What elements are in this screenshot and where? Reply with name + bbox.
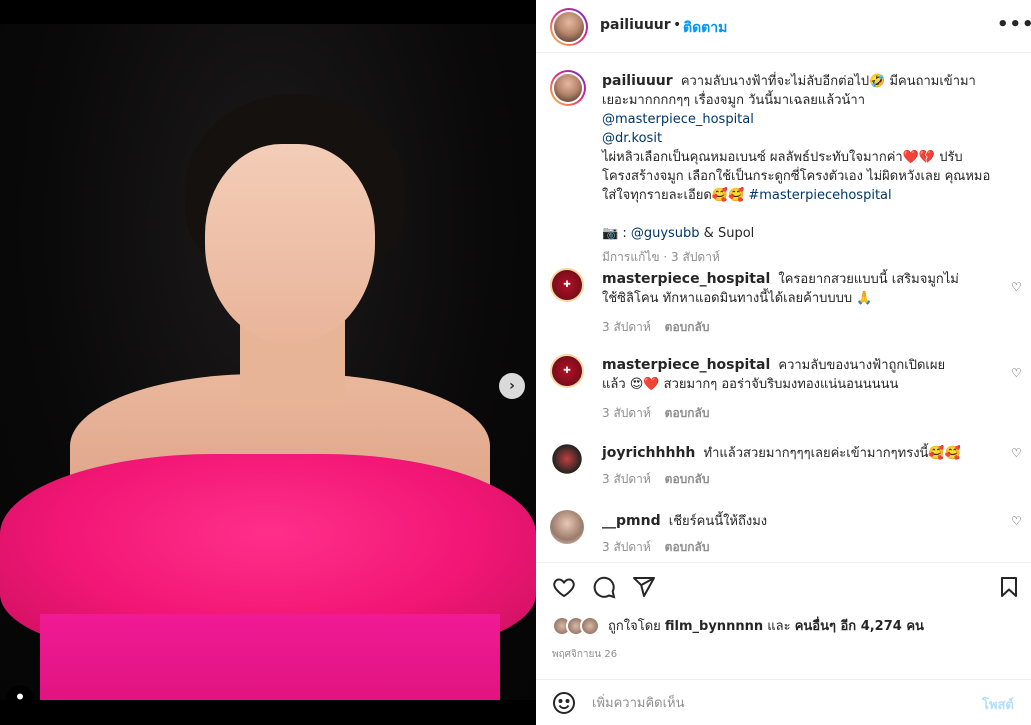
caption-credit-suffix: & Supol xyxy=(699,226,755,241)
comment-like-icon[interactable]: ♡ xyxy=(1011,280,1022,294)
comment-like-icon[interactable]: ♡ xyxy=(1011,446,1022,460)
comment-username[interactable]: joyrichhhhh xyxy=(602,445,695,461)
comment-meta: 3 สัปดาห์ ตอบกลับ xyxy=(602,318,710,337)
caption-avatar[interactable] xyxy=(550,70,586,106)
mention-link[interactable]: @dr.kosit xyxy=(602,131,662,146)
comment-username[interactable]: masterpiece_hospital xyxy=(602,271,770,287)
comment-meta: 3 สัปดาห์ ตอบกลับ xyxy=(602,404,710,423)
post-side-panel: pailiuuur • ติดตาม ••• pailiuuur ความลับ… xyxy=(536,0,1031,725)
mention-link[interactable]: @masterpiece_hospital xyxy=(602,112,754,127)
comment-time: 3 สัปดาห์ xyxy=(602,406,651,420)
comment-icon[interactable] xyxy=(592,575,616,599)
comment-meta: 3 สัปดาห์ ตอบกลับ xyxy=(602,470,710,489)
photo-face xyxy=(205,144,375,344)
follow-button[interactable]: ติดตาม xyxy=(683,17,727,39)
caption-text: pailiuuur ความลับนางฟ้าที่จะไม่ลับอีกต่อ… xyxy=(602,72,1002,243)
mention-link[interactable]: @guysubb xyxy=(631,226,700,241)
photo-dress xyxy=(40,614,500,700)
comment-body: เชียร์คนนี้ให้ถึงมง xyxy=(668,514,768,529)
commenter-avatar[interactable] xyxy=(550,510,584,544)
bookmark-icon[interactable] xyxy=(997,575,1021,599)
likes-others[interactable]: คนอื่นๆ อีก 4,274 คน xyxy=(795,619,924,634)
reply-button[interactable]: ตอบกลับ xyxy=(665,540,710,554)
user-icon xyxy=(17,693,23,700)
comments-list[interactable]: pailiuuur ความลับนางฟ้าที่จะไม่ลับอีกต่อ… xyxy=(536,54,1031,562)
post-actions: ถูกใจโดย film_bynnnnn และ คนอื่นๆ อีก 4,… xyxy=(536,562,1031,692)
likes-middle: และ xyxy=(767,619,791,634)
commenter-avatar[interactable]: ✚ xyxy=(550,354,584,388)
comment-input[interactable] xyxy=(592,692,952,714)
post-photo[interactable]: › xyxy=(0,24,536,700)
post-header: pailiuuur • ติดตาม ••• xyxy=(536,0,1031,53)
likes-text: ถูกใจโดย film_bynnnnn และ คนอื่นๆ อีก 4,… xyxy=(608,615,924,636)
comment-text: masterpiece_hospital ความลับของนางฟ้าถูก… xyxy=(602,356,962,394)
caption-meta: มีการแก้ไข · 3 สัปดาห์ xyxy=(602,250,720,264)
reply-button[interactable]: ตอบกลับ xyxy=(665,406,710,420)
instagram-post-view: › pailiuuur • ติดตาม ••• pailiuuur ความล… xyxy=(0,0,1031,725)
comment-text: __pmnd เชียร์คนนี้ให้ถึงมง xyxy=(602,512,962,531)
liker-avatar xyxy=(580,615,600,636)
likes-prefix: ถูกใจโดย xyxy=(608,619,661,634)
comment-text: joyrichhhhh ทำแล้วสวยมากๆๆๆเลยค่ะเข้ามาก… xyxy=(602,444,962,463)
carousel-next-button[interactable]: › xyxy=(499,373,525,399)
separator-dot: • xyxy=(673,17,682,33)
comment-like-icon[interactable]: ♡ xyxy=(1011,366,1022,380)
comment-like-icon[interactable]: ♡ xyxy=(1011,514,1022,528)
comment-time: 3 สัปดาห์ xyxy=(602,472,651,486)
comment-time: 3 สัปดาห์ xyxy=(602,320,651,334)
tagged-users-button[interactable] xyxy=(6,685,34,700)
hashtag-link[interactable]: #masterpiecehospital xyxy=(748,188,891,203)
caption-credit-prefix: 📷 : xyxy=(602,226,631,241)
author-username[interactable]: pailiuuur xyxy=(600,17,671,33)
post-comment-button[interactable]: โพสต์ xyxy=(982,694,1014,715)
comment-meta: 3 สัปดาห์ ตอบกลับ xyxy=(602,538,710,557)
comment-username[interactable]: __pmnd xyxy=(602,513,661,529)
author-avatar[interactable] xyxy=(550,8,588,46)
share-icon[interactable] xyxy=(632,575,656,599)
add-comment-bar: โพสต์ xyxy=(536,679,1031,725)
comment-time: 3 สัปดาห์ xyxy=(602,540,651,554)
post-date[interactable]: พฤศจิกายน 26 xyxy=(552,647,617,662)
more-options-icon[interactable]: ••• xyxy=(997,14,1031,35)
comment-username[interactable]: masterpiece_hospital xyxy=(602,357,770,373)
caption-username[interactable]: pailiuuur xyxy=(602,73,673,89)
comment-text: masterpiece_hospital ใครอยากสวยแบบนี้ เส… xyxy=(602,270,962,308)
chevron-right-icon: › xyxy=(509,378,515,394)
commenter-avatar[interactable]: ✚ xyxy=(550,268,584,302)
reply-button[interactable]: ตอบกลับ xyxy=(665,472,710,486)
reply-button[interactable]: ตอบกลับ xyxy=(665,320,710,334)
likes-summary[interactable]: ถูกใจโดย film_bynnnnn และ คนอื่นๆ อีก 4,… xyxy=(552,615,924,636)
heart-icon[interactable] xyxy=(552,575,576,599)
commenter-avatar[interactable] xyxy=(550,442,584,476)
emoji-icon[interactable] xyxy=(552,691,576,715)
comment-body: ทำแล้วสวยมากๆๆๆเลยค่ะเข้ามากๆทรงนี้🥰🥰 xyxy=(703,446,961,461)
liker-username[interactable]: film_bynnnnn xyxy=(665,619,763,634)
